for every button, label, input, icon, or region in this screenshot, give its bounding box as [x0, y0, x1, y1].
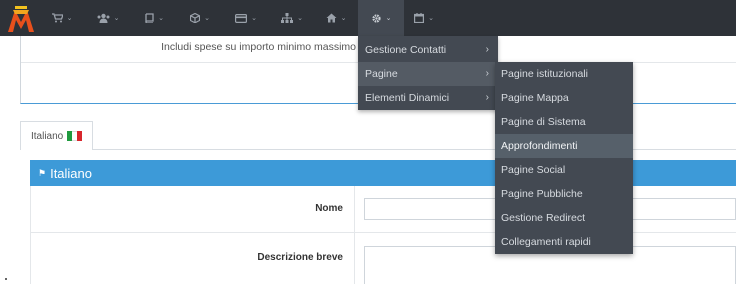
column-divider — [354, 186, 355, 284]
menu-item-pagine[interactable]: Pagine › — [358, 62, 498, 86]
chevron-down-icon: ⌄ — [204, 14, 210, 22]
logo-icon — [8, 6, 34, 32]
nav-payments[interactable]: ⌄ — [228, 0, 264, 36]
nome-label: Nome — [315, 203, 343, 214]
app-window: ⌄ ⌄ ⌄ ⌄ ⌄ ⌄ ⌄ ⌄ ⌄ Includi spese su impor… — [0, 0, 736, 284]
gear-icon — [371, 13, 381, 23]
menu-item-label: Pagine — [365, 68, 398, 80]
nav-structure[interactable]: ⌄ — [274, 0, 310, 36]
chevron-down-icon: ⌄ — [251, 14, 257, 22]
descrizione-breve-label: Descrizione breve — [257, 252, 343, 263]
submenu-item-pagine-di-sistema[interactable]: Pagine di Sistema — [495, 110, 633, 134]
chevron-down-icon: ⌄ — [113, 14, 120, 22]
chevron-down-icon: ⌄ — [66, 14, 73, 22]
italy-flag-icon — [67, 131, 83, 141]
submenu-item-pagine-mappa[interactable]: Pagine Mappa — [495, 86, 633, 110]
cube-icon — [190, 13, 201, 23]
pagine-submenu: Pagine istituzionali Pagine Mappa Pagine… — [495, 62, 633, 254]
nav-calendar[interactable]: ⌄ — [406, 0, 442, 36]
chevron-right-icon: › — [485, 92, 489, 103]
credit-card-icon — [235, 13, 248, 23]
tab-italiano[interactable]: Italiano — [20, 121, 93, 150]
sitemap-icon — [281, 13, 294, 23]
users-icon — [97, 13, 110, 23]
includi-spese-label: Includi spese su importo minimo massimo — [161, 41, 356, 53]
nav-settings[interactable]: ⌄ — [358, 0, 404, 36]
submenu-item-pagine-pubbliche[interactable]: Pagine Pubbliche — [495, 182, 633, 206]
chevron-down-icon: ⌄ — [340, 14, 347, 22]
home-icon — [326, 13, 337, 23]
app-logo[interactable] — [4, 4, 38, 34]
submenu-item-collegamenti-rapidi[interactable]: Collegamenti rapidi — [495, 230, 633, 254]
submenu-item-pagine-istituzionali[interactable]: Pagine istituzionali — [495, 62, 633, 86]
menu-item-label: Elementi Dinamici — [365, 92, 450, 104]
nav-users[interactable]: ⌄ — [88, 0, 128, 36]
menu-item-gestione-contatti[interactable]: Gestione Contatti › — [358, 38, 498, 62]
nav-home[interactable]: ⌄ — [318, 0, 354, 36]
calendar-icon — [414, 13, 425, 23]
chevron-down-icon: ⌄ — [385, 14, 392, 22]
nav-products[interactable]: ⌄ — [182, 0, 218, 36]
nav-catalog[interactable]: ⌄ — [136, 0, 172, 36]
submenu-item-pagine-social[interactable]: Pagine Social — [495, 158, 633, 182]
shopping-cart-icon — [51, 13, 63, 23]
tab-label: Italiano — [31, 130, 64, 142]
submenu-item-approfondimenti[interactable]: Approfondimenti — [495, 134, 633, 158]
flag-icon: ⚑ — [38, 167, 47, 178]
chevron-right-icon: › — [485, 44, 489, 55]
chevron-down-icon: ⌄ — [297, 14, 303, 22]
menu-item-elementi-dinamici[interactable]: Elementi Dinamici › — [358, 86, 498, 110]
resize-handle — [5, 278, 7, 280]
submenu-item-gestione-redirect[interactable]: Gestione Redirect — [495, 206, 633, 230]
settings-dropdown-menu: Gestione Contatti › Pagine › Elementi Di… — [358, 36, 498, 110]
nav-shop[interactable]: ⌄ — [44, 0, 80, 36]
section-title: Italiano — [50, 165, 92, 181]
chevron-down-icon: ⌄ — [158, 14, 164, 22]
menu-item-label: Gestione Contatti — [365, 44, 447, 56]
top-navbar: ⌄ ⌄ ⌄ ⌄ ⌄ ⌄ ⌄ ⌄ ⌄ — [0, 0, 736, 36]
chevron-right-icon: › — [485, 68, 489, 79]
chevron-down-icon: ⌄ — [428, 14, 434, 22]
tab-bar-divider — [93, 149, 736, 150]
book-icon — [145, 13, 154, 23]
